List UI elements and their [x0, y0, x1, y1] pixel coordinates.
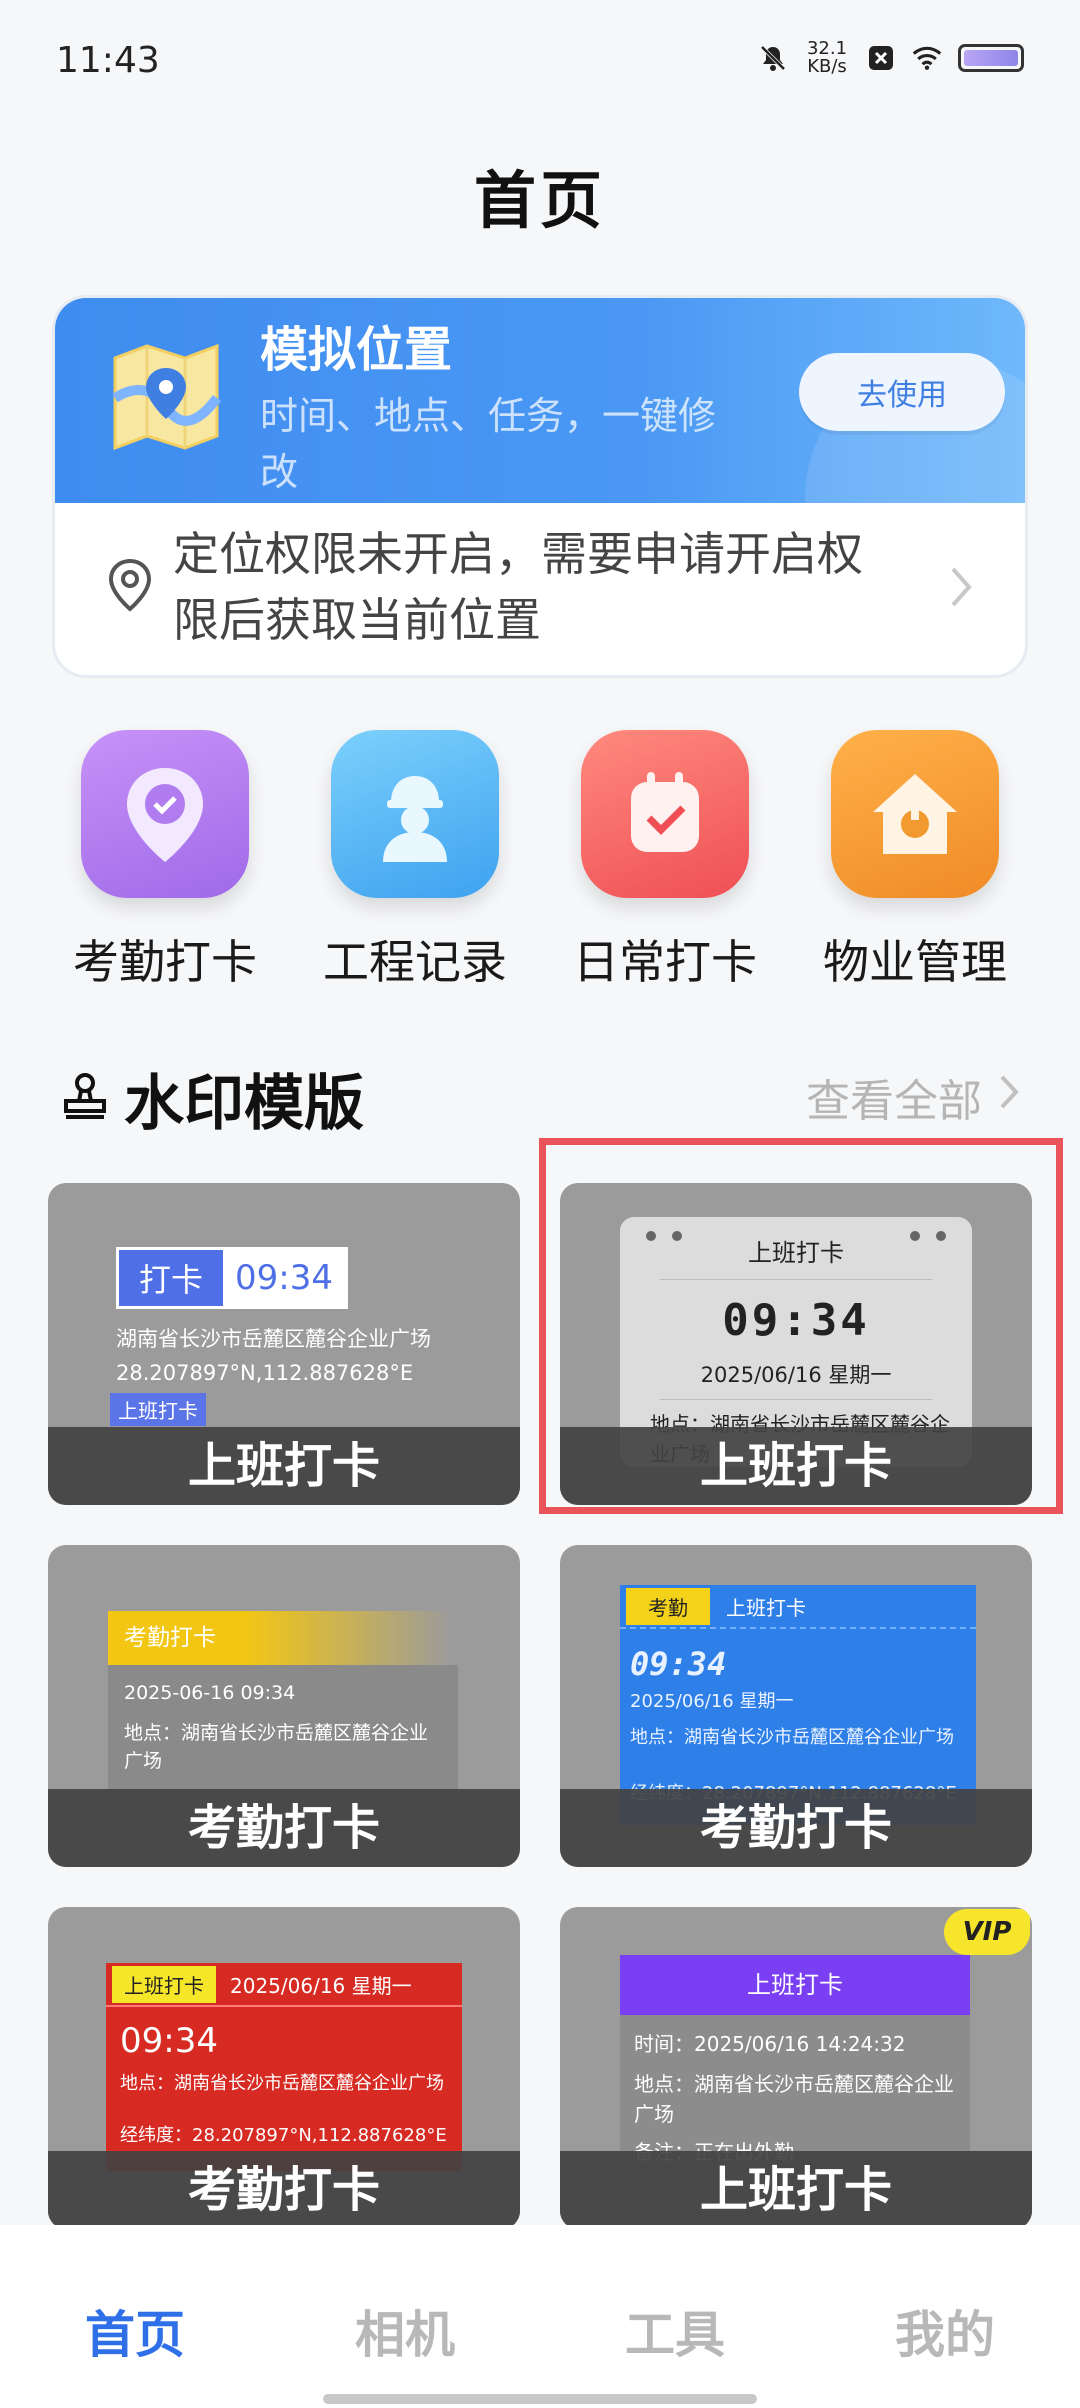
watermark-template-card[interactable]: 考勤 上班打卡 09:34 2025/06/16 星期一 地点：湖南省长沙市岳麓…: [560, 1545, 1032, 1867]
stamp-time: 09:34: [630, 1645, 727, 1683]
nav-home-label: 首页: [85, 2306, 185, 2364]
location-text: 地点：湖南省长沙市岳麓区麓谷企业广场: [124, 1722, 429, 1772]
nav-tools[interactable]: 工具: [590, 2295, 760, 2367]
speed-unit: KB/s: [807, 56, 847, 77]
nav-mine-label: 我的: [895, 2306, 995, 2364]
quick-attendance[interactable]: 考勤打卡: [40, 730, 290, 992]
status-time: 11:43: [56, 40, 160, 81]
status-bar: 11:43 32.1 KB/s: [0, 0, 1080, 120]
nav-home[interactable]: 首页: [50, 2295, 220, 2367]
nav-mine[interactable]: 我的: [860, 2295, 1030, 2367]
location-check-icon: [81, 730, 249, 898]
attendance-head: 考勤打卡: [108, 1611, 452, 1665]
view-all-link[interactable]: 查看全部: [806, 1065, 982, 1129]
chevron-right-icon[interactable]: [998, 1073, 1022, 1111]
card-caption: 上班打卡: [48, 1427, 520, 1505]
badge-text: 上班打卡: [110, 1393, 206, 1426]
nav-tools-label: 工具: [625, 2306, 725, 2364]
watermark-section-title: 水印模版: [124, 1069, 364, 1139]
address-text: 湖南省长沙市岳麓区麓谷企业广场: [116, 1327, 431, 1351]
network-speed: 32.1 KB/s: [804, 40, 850, 76]
status-icons: 32.1 KB/s: [758, 40, 1024, 76]
quick-daily[interactable]: 日常打卡: [540, 730, 790, 992]
punch-tag-time: 09:34: [235, 1258, 333, 1298]
wifi-icon: [912, 43, 942, 73]
calendar-check-icon: [581, 730, 749, 898]
quick-action-label: 日常打卡: [573, 935, 757, 989]
card-caption: 考勤打卡: [560, 1789, 1032, 1867]
home-indicator[interactable]: [323, 2394, 757, 2404]
use-button[interactable]: 去使用: [799, 353, 1005, 431]
red-stamp: 上班打卡 2025/06/16 星期一 09:34 地点：湖南省长沙市岳麓区麓谷…: [106, 1963, 462, 2171]
punch-tag: 打卡 09:34: [116, 1247, 348, 1309]
nav-camera-label: 相机: [355, 2306, 455, 2364]
stamp-time: 09:34: [120, 2021, 218, 2061]
page-title: 首页: [473, 164, 606, 237]
mock-location-card[interactable]: 模拟位置 时间、地点、任务，一键修改 去使用 定位权限未开启，需要申请开启权限后…: [52, 295, 1028, 678]
mock-location-banner: 模拟位置 时间、地点、任务，一键修改 去使用: [55, 298, 1025, 638]
card-caption: 考勤打卡: [48, 2151, 520, 2229]
vip-badge: VIP: [944, 1909, 1030, 1955]
tag-key: 上班打卡: [112, 1965, 216, 2003]
stamp-icon: [62, 1071, 108, 1119]
mute-icon: [758, 43, 788, 73]
quick-action-label: 工程记录: [323, 935, 507, 989]
stamp-coords: 经纬度：28.207897°N,112.887628°E: [120, 2125, 447, 2146]
watermark-section-header: 水印模版 查看全部: [62, 1055, 1022, 1139]
quick-engineering[interactable]: 工程记录: [290, 730, 540, 992]
purple-head: 上班打卡: [620, 1955, 970, 2015]
mock-location-title: 模拟位置: [260, 322, 453, 378]
bottom-nav: 首页 相机 工具 我的: [0, 2225, 1080, 2408]
map-icon: [107, 338, 225, 456]
quick-property[interactable]: 物业管理: [790, 730, 1040, 992]
stamp-location: 地点：湖南省长沙市岳麓区麓谷企业广场: [120, 2073, 444, 2094]
worker-icon: [331, 730, 499, 898]
watermark-template-card[interactable]: 考勤打卡 2025-06-16 09:34 地点：湖南省长沙市岳麓区麓谷企业广场…: [48, 1545, 520, 1867]
location-pin-icon: [107, 558, 153, 612]
selection-highlight: [539, 1138, 1063, 1514]
location-text: 地点：湖南省长沙市岳麓区麓谷企业广场: [634, 2072, 954, 2126]
time-line: 时间：2025/06/16 14:24:32: [634, 2032, 906, 2056]
watermark-template-card[interactable]: VIP 上班打卡 时间：2025/06/16 14:24:32 地点：湖南省长沙…: [560, 1907, 1032, 2229]
attendance-body: 2025-06-16 09:34 地点：湖南省长沙市岳麓区麓谷企业广场: [108, 1665, 458, 1793]
tag-key: 考勤: [626, 1587, 710, 1625]
tag-value: 2025/06/16 星期一: [230, 1973, 412, 1998]
coords-text: 28.207897°N,112.887628°E: [116, 1361, 414, 1385]
permission-message: 定位权限未开启，需要申请开启权限后获取当前位置: [173, 527, 863, 647]
location-permission-row[interactable]: 定位权限未开启，需要申请开启权限后获取当前位置: [55, 503, 1025, 675]
mock-location-subtitle: 时间、地点、任务，一键修改: [260, 394, 717, 494]
card-caption: 上班打卡: [560, 2151, 1032, 2229]
card-caption: 考勤打卡: [48, 1789, 520, 1867]
punch-tag-label: 打卡: [119, 1250, 223, 1306]
quick-action-label: 考勤打卡: [73, 935, 257, 989]
tag-value: 上班打卡: [726, 1595, 806, 1620]
stamp-location: 地点：湖南省长沙市岳麓区麓谷企业广场: [630, 1727, 954, 1748]
quick-actions: 考勤打卡 工程记录 日常打卡 物业管理: [0, 730, 1080, 1000]
house-wrench-icon: [831, 730, 999, 898]
battery-icon: [958, 44, 1024, 72]
nav-camera[interactable]: 相机: [320, 2295, 490, 2367]
datetime-text: 2025-06-16 09:34: [124, 1682, 296, 1704]
close-badge-icon: [866, 43, 896, 73]
chevron-right-icon: [947, 565, 975, 609]
quick-action-label: 物业管理: [823, 935, 1007, 989]
stamp-date: 2025/06/16 星期一: [630, 1691, 794, 1712]
watermark-template-card[interactable]: 打卡 09:34 湖南省长沙市岳麓区麓谷企业广场 28.207897°N,112…: [48, 1183, 520, 1505]
watermark-template-card[interactable]: 上班打卡 2025/06/16 星期一 09:34 地点：湖南省长沙市岳麓区麓谷…: [48, 1907, 520, 2229]
